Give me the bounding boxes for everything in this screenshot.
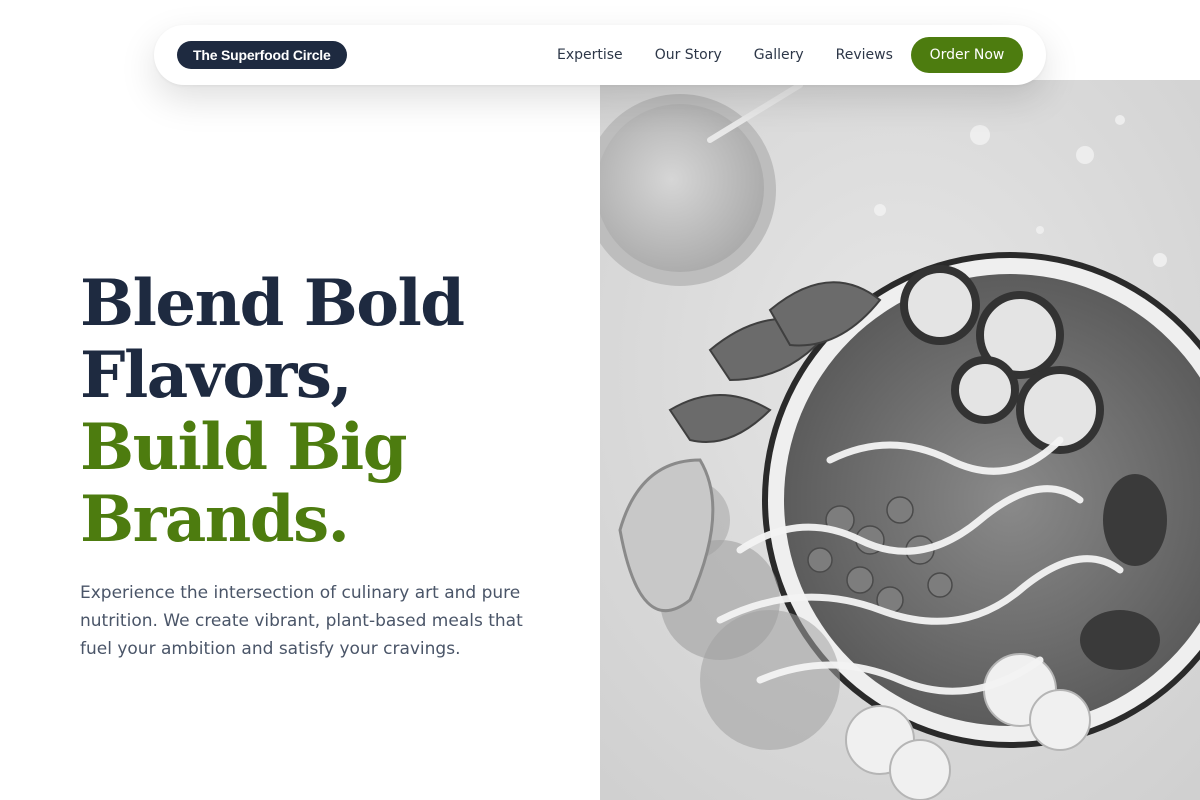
headline-line-2: Flavors,: [80, 338, 353, 413]
hero-description: Experience the intersection of culinary …: [80, 583, 523, 659]
headline-line-4: Brands.: [80, 482, 350, 557]
hero-headline: Blend Bold Flavors, Build Big Brands.: [80, 268, 600, 556]
headline-line-1: Blend Bold: [80, 266, 465, 341]
nav-link-gallery[interactable]: Gallery: [754, 47, 804, 63]
headline-line-3: Build Big: [80, 410, 407, 485]
order-now-button[interactable]: Order Now: [911, 37, 1023, 73]
nav-link-reviews[interactable]: Reviews: [836, 47, 893, 63]
hero-image: [600, 80, 1200, 800]
nav-link-expertise[interactable]: Expertise: [557, 47, 623, 63]
navbar: The Superfood Circle Expertise Our Story…: [154, 25, 1046, 85]
brand-logo[interactable]: The Superfood Circle: [177, 41, 347, 69]
nav-links: Expertise Our Story Gallery Reviews: [557, 25, 925, 85]
nav-link-our-story[interactable]: Our Story: [655, 47, 722, 63]
